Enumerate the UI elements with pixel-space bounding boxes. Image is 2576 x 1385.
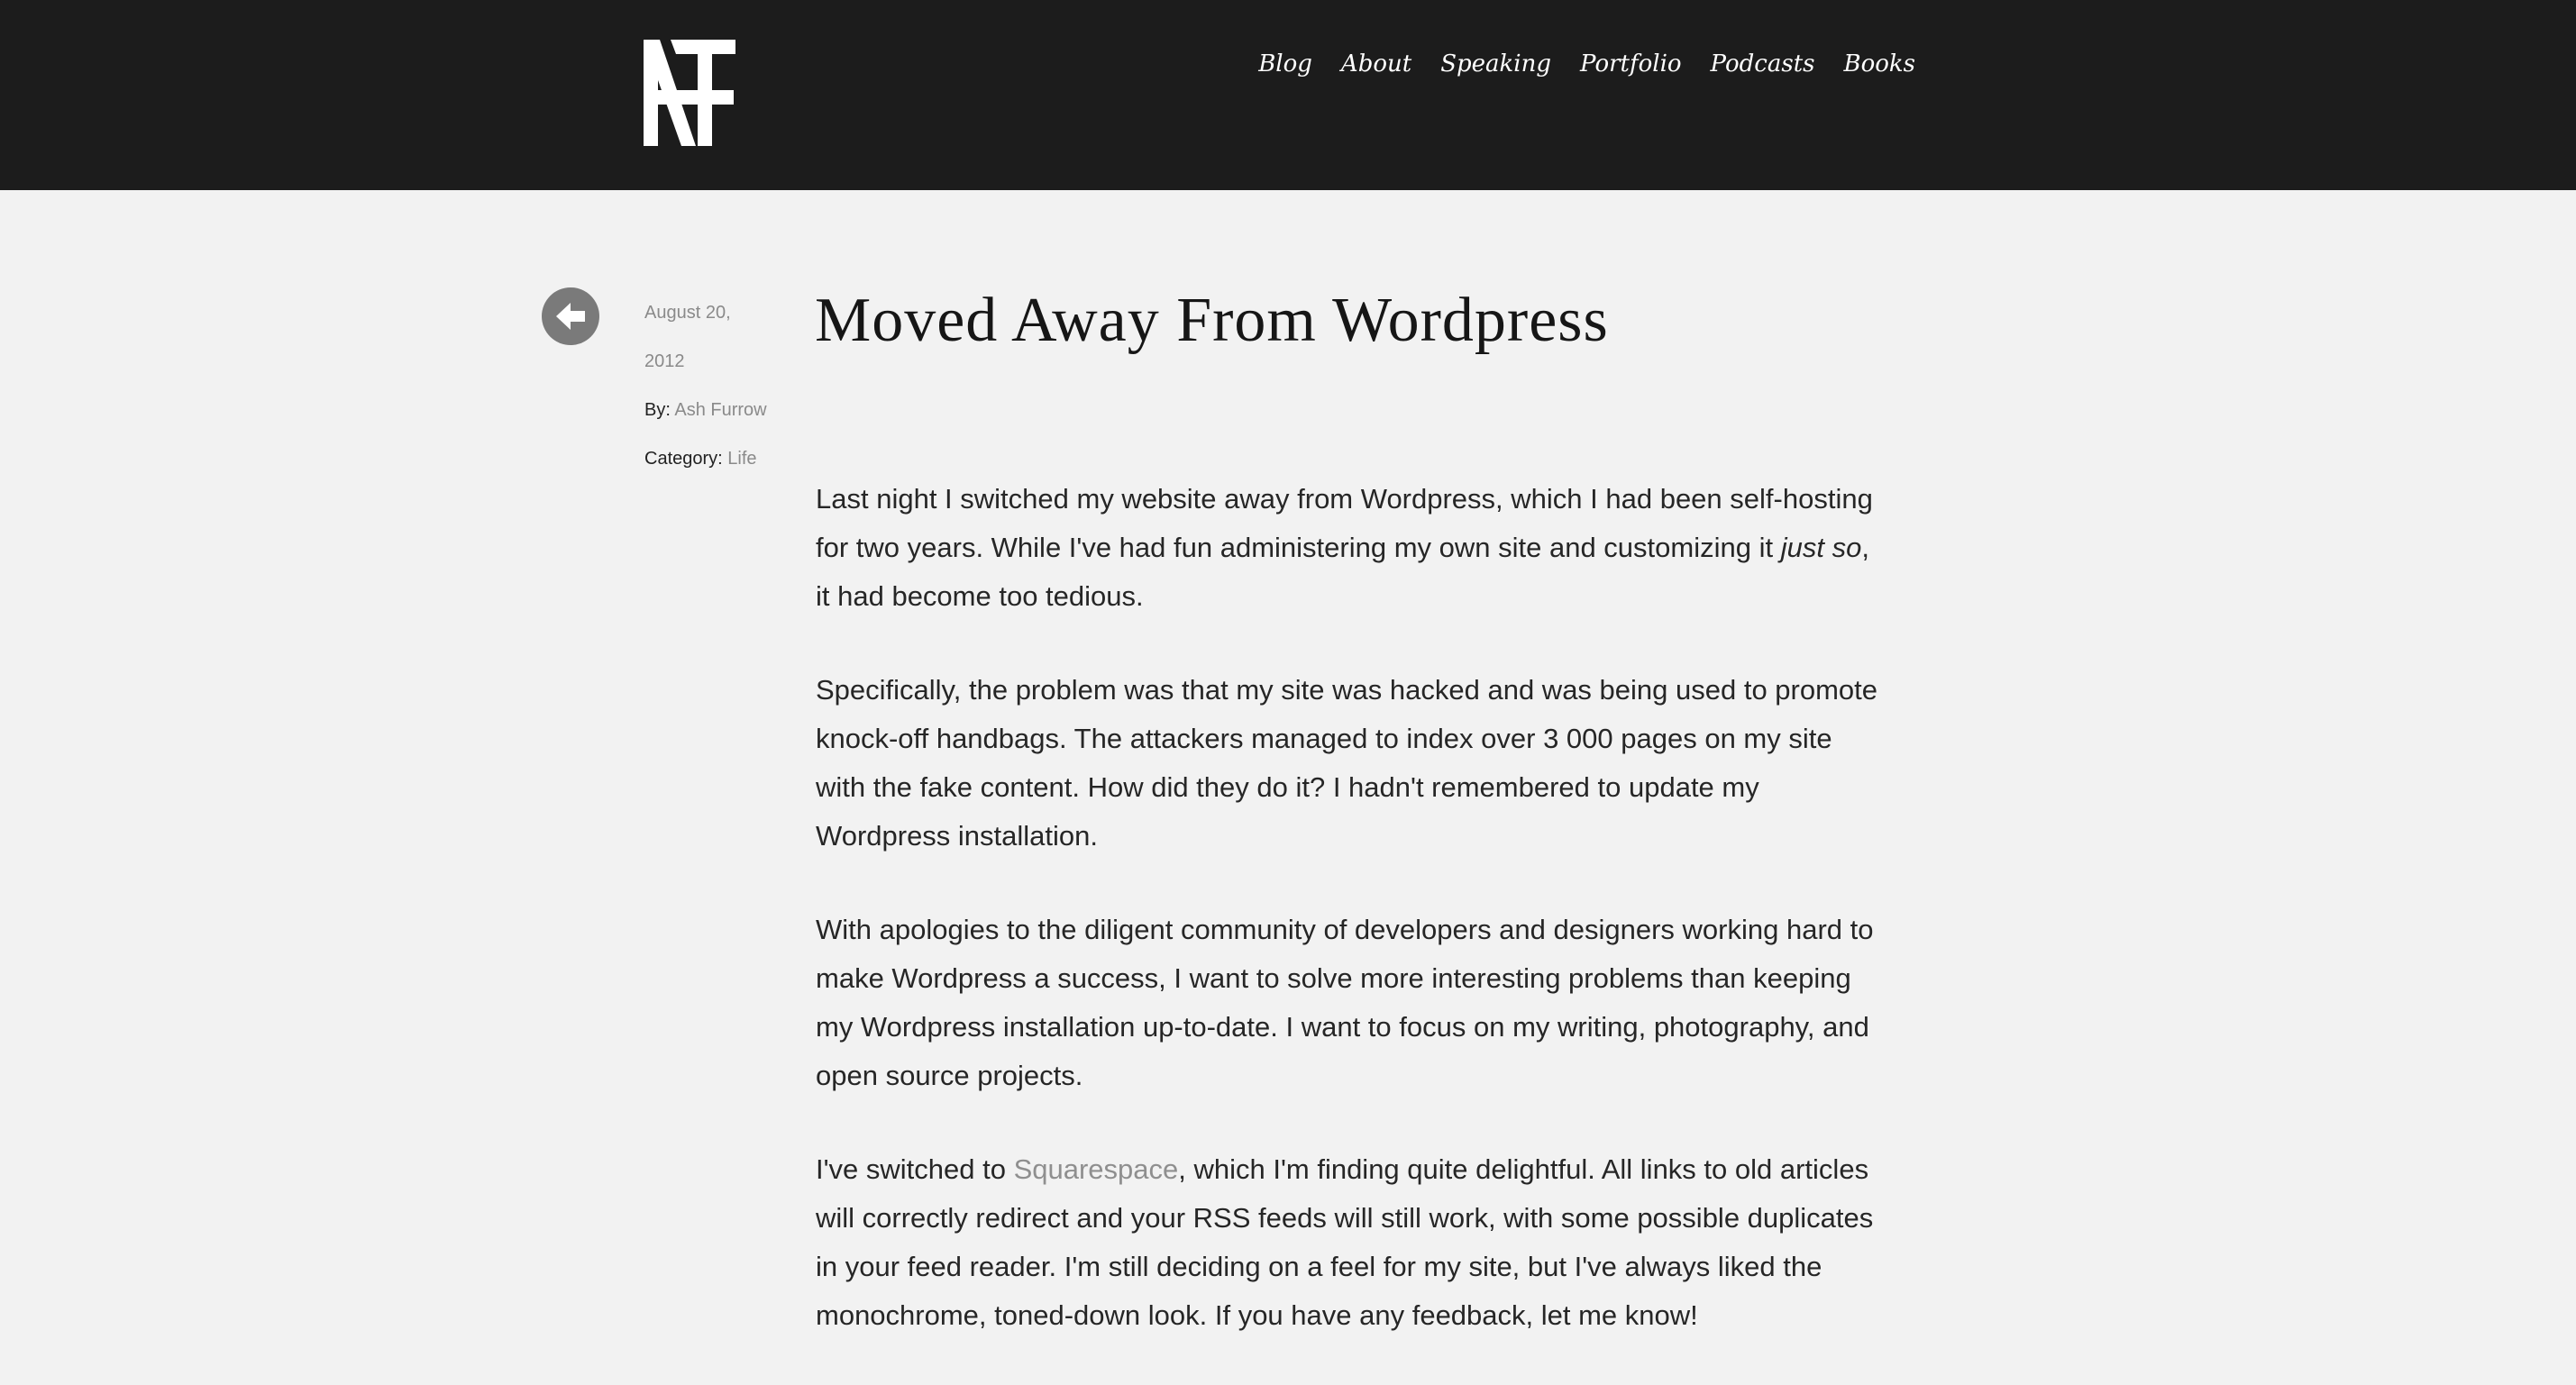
main-nav: Blog About Speaking Portfolio Podcasts B… — [1258, 50, 1915, 77]
post-date-line1: August 20, — [644, 303, 731, 323]
post-author: By: Ash Furrow — [644, 386, 789, 434]
squarespace-link[interactable]: Squarespace — [1014, 1153, 1179, 1185]
post-body: Last night I switched my website away fr… — [816, 475, 1888, 1385]
paragraph-1-emphasis: just so — [1780, 532, 1862, 563]
category-link[interactable]: Life — [727, 449, 756, 469]
paragraph-4-text-a: I've switched to — [816, 1153, 1014, 1185]
author-link[interactable]: Ash Furrow — [674, 400, 766, 420]
post-title: Moved Away From Wordpress — [815, 286, 1609, 355]
nav-speaking[interactable]: Speaking — [1440, 50, 1551, 77]
back-button[interactable] — [542, 287, 599, 345]
category-label: Category: — [644, 449, 723, 469]
paragraph-1: Last night I switched my website away fr… — [816, 475, 1888, 621]
paragraph-3: With apologies to the diligent community… — [816, 914, 1874, 1091]
paragraph-4: I've switched to Squarespace, which I'm … — [816, 1145, 1888, 1340]
nav-podcasts[interactable]: Podcasts — [1711, 50, 1815, 77]
post-meta: August 20, 2012 By: Ash Furrow Category:… — [644, 288, 789, 483]
arrow-left-circle-icon — [556, 303, 585, 330]
paragraph-1-text-a: Last night I switched my website away fr… — [816, 483, 1873, 563]
paragraph-2: Specifically, the problem was that my si… — [816, 674, 1878, 852]
post-category: Category: Life — [644, 434, 789, 483]
nav-blog[interactable]: Blog — [1258, 50, 1312, 77]
author-label: By: — [644, 400, 671, 420]
nav-books[interactable]: Books — [1843, 50, 1915, 77]
af-monogram-logo[interactable] — [644, 40, 735, 146]
nav-portfolio[interactable]: Portfolio — [1580, 50, 1682, 77]
nav-about[interactable]: About — [1341, 50, 1411, 77]
post-date-line2: 2012 — [644, 351, 685, 371]
site-header: Blog About Speaking Portfolio Podcasts B… — [0, 0, 2576, 190]
